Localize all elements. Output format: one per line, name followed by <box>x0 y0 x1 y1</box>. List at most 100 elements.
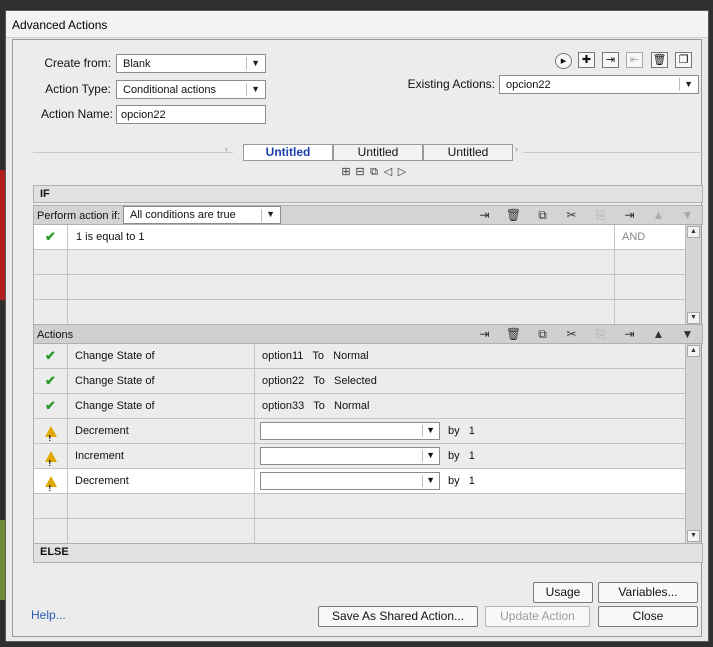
scroll-up-icon[interactable]: ▲ <box>687 345 700 357</box>
scroll-up-icon[interactable]: ▲ <box>687 226 700 238</box>
copy-tab-icon[interactable]: ⧉ <box>367 166 381 179</box>
save-shared-action-button[interactable]: Save As Shared Action... <box>318 606 478 627</box>
copy-row-icon[interactable]: ⧉ <box>528 327 557 342</box>
insert-row-icon[interactable]: ⇥ <box>470 208 499 222</box>
existing-actions-value: opcion22 <box>506 79 551 91</box>
combo-separator <box>422 450 423 462</box>
tab-untitled-2[interactable]: Untitled <box>333 144 423 161</box>
action-row-empty[interactable] <box>34 519 685 544</box>
by-amount: by 1 <box>448 425 475 437</box>
play-icon[interactable]: ▸ <box>555 53 572 69</box>
combo-separator <box>261 209 262 222</box>
create-from-select[interactable]: Blank ▼ <box>116 54 266 73</box>
action-row-selected[interactable]: Decrement ▼ by 1 <box>34 469 685 501</box>
action-row[interactable]: ✔ Change State of option22 To Selected <box>34 369 685 394</box>
copy-row-icon[interactable]: ⧉ <box>528 208 557 223</box>
action-row-empty[interactable] <box>34 494 685 519</box>
title-bar[interactable]: Advanced Actions <box>6 11 708 38</box>
move-right-icon[interactable]: ▷ <box>395 165 409 178</box>
action-name-input[interactable]: opcion22 <box>116 105 266 124</box>
variable-select[interactable]: ▼ <box>260 447 440 465</box>
delete-row-icon[interactable]: 🗑 <box>499 327 528 341</box>
by-amount: by 1 <box>448 475 475 487</box>
remove-tab-icon[interactable]: ⊟ <box>353 165 367 178</box>
action-name: Change State of <box>75 400 155 412</box>
add-icon[interactable]: ✚ <box>578 52 595 68</box>
state-name: Normal <box>333 350 369 362</box>
scroll-right-icon[interactable]: › <box>515 144 518 154</box>
actions-grid: ✔ Change State of option11 To Normal ✔ C… <box>33 344 685 544</box>
delete-row-icon[interactable]: 🗑 <box>499 208 528 222</box>
move-down-icon[interactable]: ▼ <box>673 327 702 341</box>
actions-toolbar-icons: ⇥ 🗑 ⧉ ✂ ⎘ ⇥ ▲ ▼ <box>470 327 702 342</box>
action-target: option11 To Normal <box>262 350 369 362</box>
usage-button[interactable]: Usage <box>533 582 593 603</box>
insert-after-icon[interactable]: ⇥ <box>615 327 644 341</box>
cut-row-icon[interactable]: ✂ <box>557 327 586 341</box>
condition-row-empty[interactable] <box>34 250 685 275</box>
variable-select[interactable]: ▼ <box>260 422 440 440</box>
action-name: Decrement <box>75 425 129 437</box>
to-label: To <box>313 375 325 387</box>
empty-cell <box>34 519 68 543</box>
action-row[interactable]: Decrement ▼ by 1 <box>34 419 685 451</box>
condition-row-empty[interactable] <box>34 300 685 325</box>
condition-row-empty[interactable] <box>34 275 685 300</box>
move-left-icon[interactable]: ◁ <box>381 165 395 178</box>
duplicate-icon[interactable]: ❐ <box>675 52 692 68</box>
conditions-scrollbar[interactable]: ▲ ▼ <box>685 225 701 325</box>
paste-row-icon[interactable]: ⎘ <box>586 208 615 223</box>
action-row[interactable]: ✔ Change State of option11 To Normal <box>34 344 685 369</box>
action-type-select[interactable]: Conditional actions ▼ <box>116 80 266 99</box>
action-row[interactable]: Increment ▼ by 1 <box>34 444 685 476</box>
variables-button[interactable]: Variables... <box>598 582 698 603</box>
else-header[interactable]: ELSE <box>33 543 703 563</box>
chevron-down-icon: ▼ <box>266 209 275 219</box>
insert-after-icon[interactable]: ⇥ <box>615 208 644 222</box>
actions-scrollbar[interactable]: ▲ ▼ <box>685 344 701 543</box>
window-title: Advanced Actions <box>12 18 108 32</box>
tab-controls: ⊞ ⊟ ⧉ ◁ ▷ <box>339 165 409 179</box>
target-name: option22 <box>262 375 305 387</box>
perform-action-select[interactable]: All conditions are true ▼ <box>123 206 281 224</box>
state-name: Selected <box>334 375 377 387</box>
actions-header: Actions <box>37 329 74 341</box>
to-label: To <box>313 400 325 412</box>
cut-row-icon[interactable]: ✂ <box>557 208 586 222</box>
help-link[interactable]: Help... <box>31 608 66 622</box>
update-action-button[interactable]: Update Action <box>485 606 590 627</box>
tab-untitled-1[interactable]: Untitled <box>243 144 333 161</box>
column-divider <box>254 419 255 443</box>
amount-value[interactable]: 1 <box>469 425 475 437</box>
chevron-down-icon: ▼ <box>251 58 260 68</box>
move-up-icon[interactable]: ▲ <box>644 208 673 222</box>
tab-untitled-3[interactable]: Untitled <box>423 144 513 161</box>
amount-value[interactable]: 1 <box>469 450 475 462</box>
variable-select[interactable]: ▼ <box>260 472 440 490</box>
amount-value[interactable]: 1 <box>469 475 475 487</box>
scroll-down-icon[interactable]: ▼ <box>687 312 700 324</box>
delete-icon[interactable]: 🗑 <box>651 52 668 68</box>
combo-separator <box>679 78 680 91</box>
condition-join[interactable]: AND <box>614 225 685 249</box>
move-up-icon[interactable]: ▲ <box>644 327 673 341</box>
column-divider <box>254 394 255 418</box>
import-icon[interactable]: ⇥ <box>602 52 619 68</box>
action-name: Decrement <box>75 475 129 487</box>
valid-check-icon: ✔ <box>34 394 68 418</box>
close-button[interactable]: Close <box>598 606 698 627</box>
add-tab-icon[interactable]: ⊞ <box>339 165 353 178</box>
action-row[interactable]: ✔ Change State of option33 To Normal <box>34 394 685 419</box>
existing-actions-select[interactable]: opcion22 ▼ <box>499 75 699 94</box>
scroll-left-icon[interactable]: ‹ <box>225 144 228 154</box>
condition-row[interactable]: ✔ 1 is equal to 1 AND <box>34 225 685 250</box>
action-name: Change State of <box>75 350 155 362</box>
column-divider <box>254 494 255 518</box>
move-down-icon[interactable]: ▼ <box>673 208 702 222</box>
export-icon[interactable]: ⇤ <box>626 52 643 68</box>
insert-row-icon[interactable]: ⇥ <box>470 327 499 341</box>
state-name: Normal <box>334 400 370 412</box>
scroll-down-icon[interactable]: ▼ <box>687 530 700 542</box>
if-toolbar: Perform action if: All conditions are tr… <box>33 205 703 225</box>
paste-row-icon[interactable]: ⎘ <box>586 327 615 342</box>
